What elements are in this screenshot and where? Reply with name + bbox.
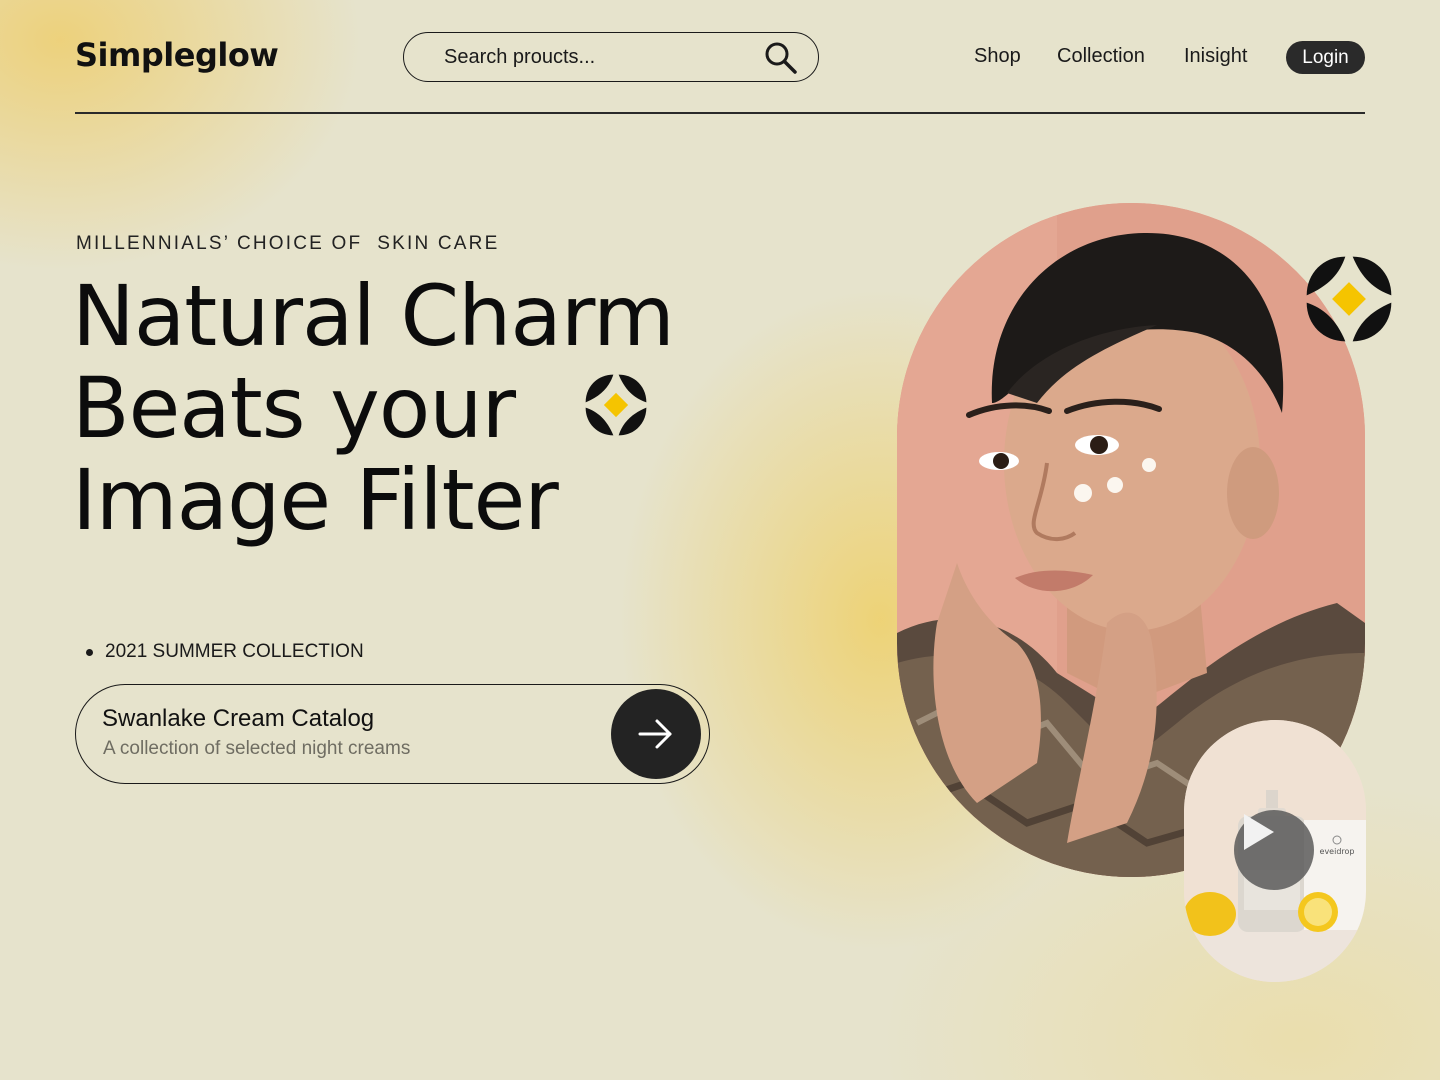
- arrow-right-icon: [638, 719, 672, 749]
- catalog-card[interactable]: Swanlake Cream Catalog A collection of s…: [75, 684, 710, 784]
- hero-eyebrow: MILLENNIALS’ CHOICE OF SKIN CARE: [76, 233, 500, 254]
- login-button[interactable]: Login: [1286, 41, 1365, 74]
- headline-line-3: Image Filter: [72, 451, 559, 549]
- bullet-dot: [86, 648, 93, 656]
- header-divider: [75, 112, 1365, 114]
- product-video-thumbnail[interactable]: eveidrop: [1184, 720, 1366, 982]
- catalog-open-button[interactable]: [611, 689, 701, 779]
- search-bar[interactable]: [403, 32, 819, 82]
- collection-tag-label: 2021 SUMMER COLLECTION: [105, 641, 364, 662]
- nav-insight[interactable]: Inisight: [1184, 45, 1247, 68]
- product-brand-text: eveidrop: [1320, 847, 1355, 856]
- play-icon: [1244, 814, 1274, 850]
- nav-collection[interactable]: Collection: [1057, 45, 1145, 68]
- play-video-button[interactable]: [1234, 810, 1314, 890]
- headline-line-1: Natural Charm: [72, 267, 675, 365]
- sparkle-icon: [1306, 256, 1392, 342]
- brand-logo[interactable]: Simpleglow: [75, 36, 279, 74]
- search-icon[interactable]: [764, 41, 798, 75]
- search-input[interactable]: [444, 45, 744, 69]
- catalog-subtitle: A collection of selected night creams: [103, 738, 411, 759]
- nav-shop[interactable]: Shop: [974, 45, 1021, 68]
- catalog-title: Swanlake Cream Catalog: [102, 705, 375, 732]
- collection-tag: 2021 SUMMER COLLECTION: [86, 641, 364, 663]
- sparkle-icon: [585, 374, 647, 436]
